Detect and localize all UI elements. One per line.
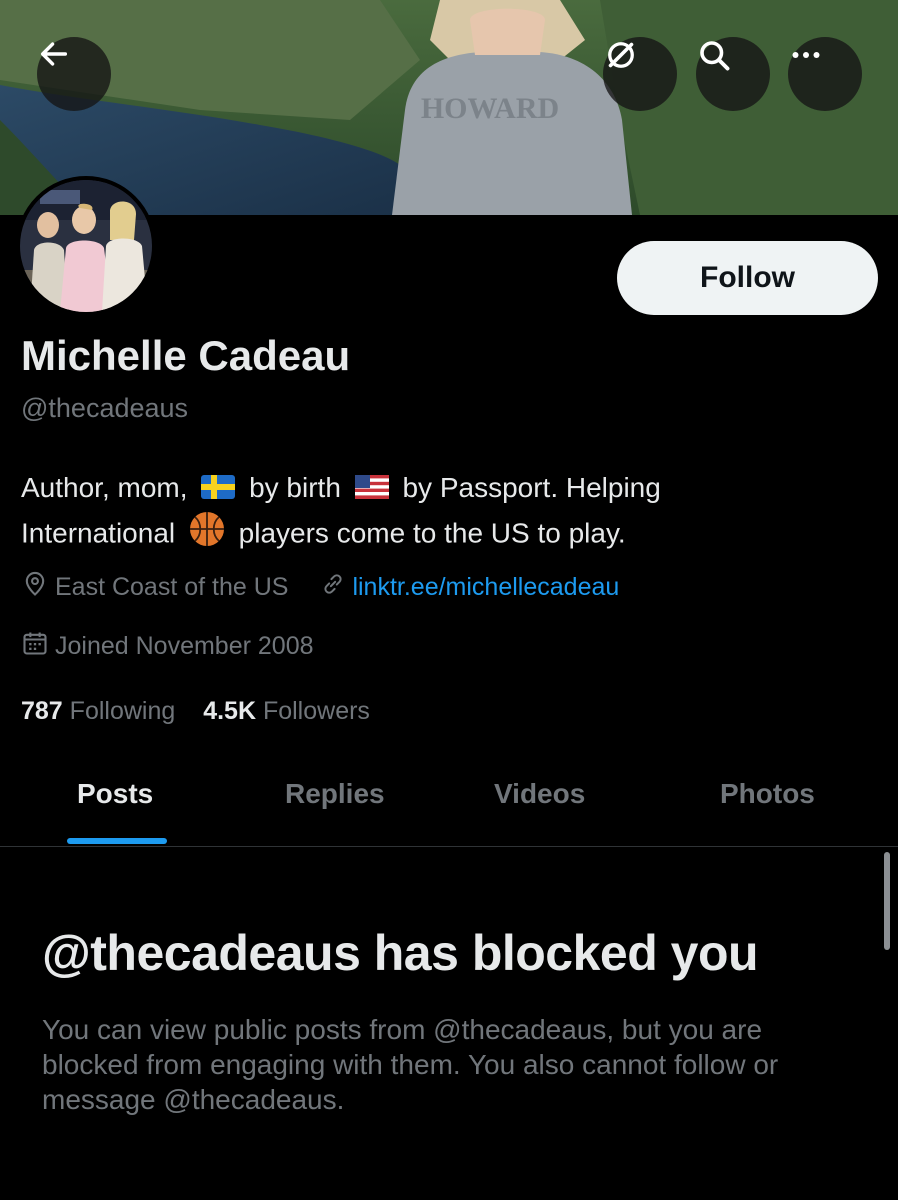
more-button[interactable] xyxy=(788,37,862,111)
follow-button[interactable]: Follow xyxy=(617,241,878,315)
following-count: 787 xyxy=(21,697,63,725)
following-link[interactable]: 787 Following xyxy=(21,697,175,725)
avatar-image xyxy=(20,180,152,312)
bio-text: by birth xyxy=(249,472,341,503)
svg-text:HOWARD: HOWARD xyxy=(421,92,559,125)
website-link[interactable]: linktr.ee/michellecadeau xyxy=(352,573,619,602)
profile-name: Michelle Cadeau xyxy=(21,332,351,379)
bio-text: players come to the US to play. xyxy=(238,517,626,548)
bio-text: International xyxy=(21,517,176,548)
bio-text: Author, mom, xyxy=(21,472,188,503)
tab-posts[interactable]: Posts xyxy=(77,778,153,810)
following-label: Following xyxy=(69,697,176,725)
grok-button[interactable] xyxy=(603,37,677,111)
us-flag-icon xyxy=(354,469,389,511)
followers-count: 4.5K xyxy=(203,697,256,725)
follow-stats: 787 Following 4.5K Followers xyxy=(21,697,370,726)
profile-bio: Author, mom, by birth by Passport. Helpi… xyxy=(21,467,861,559)
blocked-message: You can view public posts from @thecadea… xyxy=(42,1014,779,1115)
banner-image: HOWARD xyxy=(0,0,898,215)
calendar-icon xyxy=(21,629,55,664)
joined-text: Joined November 2008 xyxy=(55,632,314,660)
location-pin-icon xyxy=(21,570,55,605)
bio-text: by Passport. Helping xyxy=(402,472,661,503)
sweden-flag-icon xyxy=(201,469,236,511)
location-text: East Coast of the US xyxy=(55,573,289,601)
search-button[interactable] xyxy=(696,37,770,111)
tab-replies[interactable]: Replies xyxy=(285,778,385,810)
tab-videos[interactable]: Videos xyxy=(494,778,585,810)
profile-banner[interactable]: HOWARD xyxy=(0,0,898,215)
profile-handle: @thecadeaus xyxy=(21,393,189,423)
joined-row: Joined November 2008 xyxy=(21,629,314,664)
basketball-icon xyxy=(189,511,225,559)
tab-photos[interactable]: Photos xyxy=(720,778,815,810)
back-button[interactable] xyxy=(37,37,111,111)
active-tab-indicator xyxy=(67,838,167,844)
blocked-title: @thecadeaus has blocked you xyxy=(42,925,759,981)
location-row: East Coast of the US linktr.ee/michellec… xyxy=(21,570,619,605)
profile-tabs: Posts Replies Videos Photos xyxy=(0,760,898,847)
avatar[interactable] xyxy=(16,176,156,316)
followers-link[interactable]: 4.5K Followers xyxy=(203,697,370,725)
scrollbar[interactable] xyxy=(884,852,890,950)
followers-label: Followers xyxy=(262,697,370,725)
link-icon xyxy=(320,571,352,604)
